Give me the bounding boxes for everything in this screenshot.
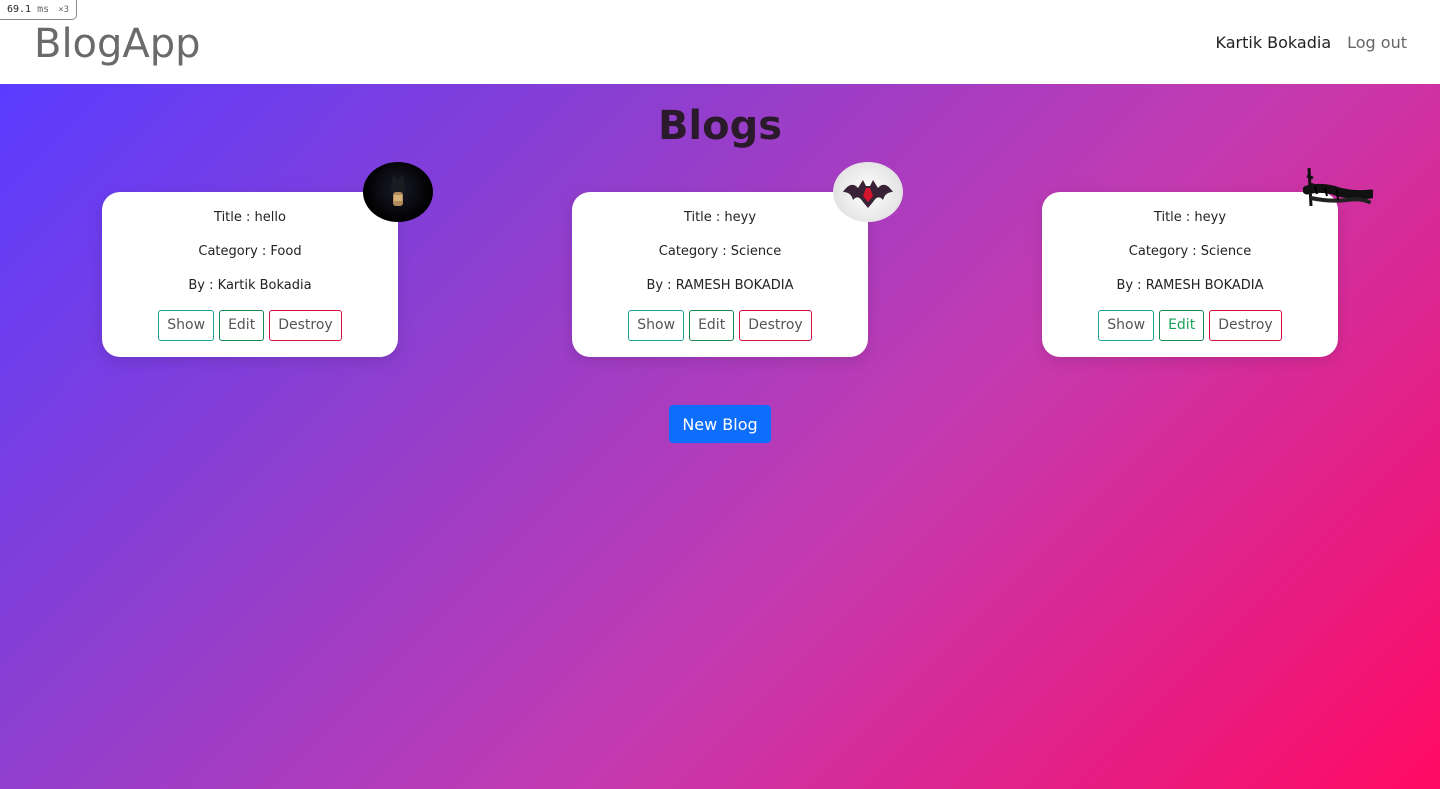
navbar: BlogApp Kartik Bokadia Log out [0, 0, 1440, 84]
blog-actions: Show Edit Destroy [1042, 310, 1338, 341]
new-blog-button[interactable]: New Blog [669, 405, 771, 443]
dark-hero-icon [363, 162, 433, 222]
page-title: Blogs [657, 103, 783, 149]
destroy-button[interactable]: Destroy [269, 310, 342, 341]
blog-category: Category : Food [198, 244, 302, 259]
perf-unit: ms [37, 4, 50, 15]
ink-scribble-icon-svg [1302, 167, 1376, 207]
perf-value: 69.1 [7, 4, 32, 15]
blog-author: By : Kartik Bokadia [188, 278, 312, 293]
destroy-button[interactable]: Destroy [739, 310, 812, 341]
ink-scribble-icon [1302, 166, 1376, 226]
nav-logout-link[interactable]: Log out [1347, 32, 1407, 54]
bat-logo-icon [833, 162, 903, 222]
blog-card: Title : hello Category : Food By : Karti… [102, 192, 398, 357]
destroy-button[interactable]: Destroy [1209, 310, 1282, 341]
show-button[interactable]: Show [1098, 310, 1155, 341]
blog-author: By : RAMESH BOKADIA [646, 278, 794, 293]
nav-user-link[interactable]: Kartik Bokadia [1216, 32, 1332, 54]
perf-badge: 69.1 ms ×3 [0, 0, 78, 20]
show-button[interactable]: Show [158, 310, 215, 341]
blog-category: Category : Science [1128, 244, 1252, 259]
bat-logo-icon-svg [843, 180, 893, 208]
blog-card: Title : heyy Category : Science By : RAM… [1042, 192, 1338, 357]
blog-author: By : RAMESH BOKADIA [1116, 278, 1264, 293]
nav-right: Kartik Bokadia Log out [1216, 32, 1408, 54]
brand-link[interactable]: BlogApp [34, 20, 201, 68]
blog-card: Title : heyy Category : Science By : RAM… [572, 192, 868, 357]
edit-button[interactable]: Edit [219, 310, 265, 341]
edit-button[interactable]: Edit [689, 310, 735, 341]
edit-button[interactable]: Edit [1159, 310, 1205, 341]
blog-category: Category : Science [658, 244, 782, 259]
blog-actions: Show Edit Destroy [102, 310, 398, 341]
perf-multiplier: ×3 [58, 5, 70, 15]
dark-hero-icon-svg [391, 174, 405, 206]
main-content: Blogs Title : hello Category : Food By :… [0, 84, 1440, 789]
show-button[interactable]: Show [628, 310, 685, 341]
blog-actions: Show Edit Destroy [572, 310, 868, 341]
blog-title: Title : heyy [1153, 210, 1227, 225]
blog-title: Title : heyy [683, 210, 757, 225]
blog-title: Title : hello [214, 210, 286, 225]
